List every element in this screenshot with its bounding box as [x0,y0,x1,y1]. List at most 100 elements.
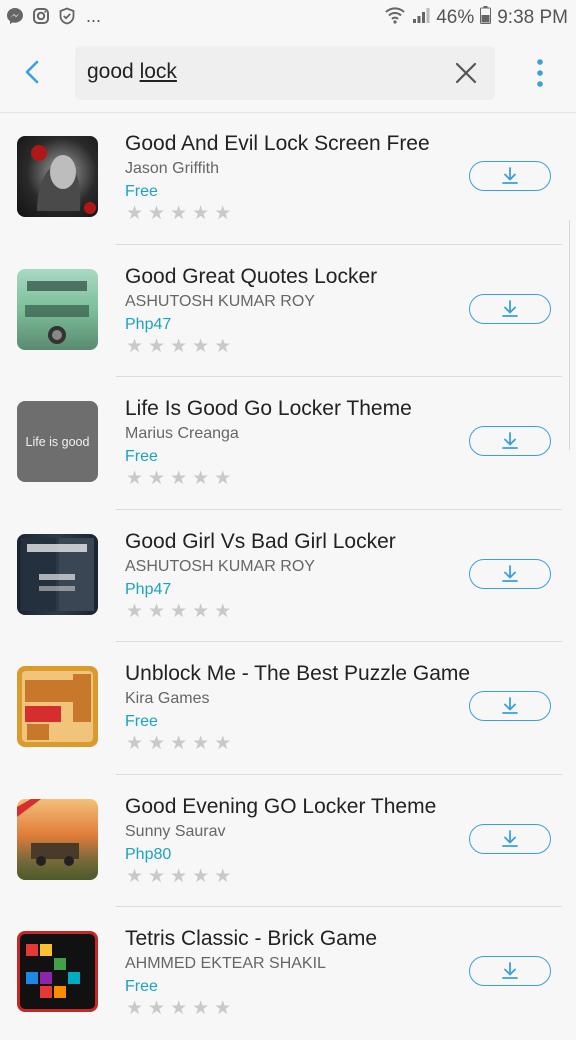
rating-stars: ★ ★ ★ ★ ★ [126,337,231,356]
search-input[interactable]: good lock [75,46,495,100]
search-results-list: Good And Evil Lock Screen Free Jason Gri… [0,112,576,1040]
close-icon [455,62,477,84]
star-icon: ★ [214,733,232,754]
thumbnail-label: Life is good [25,434,90,449]
app-price: Free [125,448,158,465]
instagram-icon [32,7,50,25]
download-icon [502,829,518,847]
rating-stars: ★ ★ ★ ★ ★ [126,602,231,621]
rating-stars: ★ ★ ★ ★ ★ [126,204,231,223]
star-icon: ★ [192,468,210,489]
list-item[interactable]: Good Great Quotes Locker ASHUTOSH KUMAR … [0,245,576,377]
app-title[interactable]: Unblock Me - The Best Puzzle Game [125,662,470,686]
app-thumbnail [17,666,98,747]
star-icon: ★ [148,600,166,622]
list-item[interactable]: Unblock Me - The Best Puzzle Game Kira G… [0,642,576,775]
app-price: Free [125,978,158,995]
app-title[interactable]: Tetris Classic - Brick Game [125,927,377,951]
battery-icon [480,6,492,30]
app-thumbnail [17,268,98,350]
search-query-underlined: lock [139,60,177,83]
star-icon: ★ [214,865,232,887]
app-title[interactable]: Good Great Quotes Locker [125,265,377,289]
app-developer: ASHUTOSH KUMAR ROY [125,557,315,575]
download-icon [502,962,518,979]
app-thumbnail [17,798,98,880]
download-button[interactable] [469,691,551,721]
star-icon: ★ [214,335,232,357]
back-arrow-icon [25,60,39,84]
download-icon [502,564,518,582]
star-icon: ★ [126,733,144,754]
list-item[interactable]: Tetris Classic - Brick Game AHMMED EKTEA… [0,907,576,1040]
status-bar: ... 46% 9:38 PM [0,0,576,34]
app-developer: ASHUTOSH KUMAR ROY [125,292,315,310]
more-options-button[interactable] [528,56,552,90]
clock: 9:38 PM [497,7,568,28]
clear-search-button[interactable] [453,60,479,86]
scrollbar[interactable] [569,220,576,450]
star-icon: ★ [192,998,210,1019]
app-developer: Marius Creanga [125,425,239,442]
download-icon [502,697,518,714]
shield-icon [58,7,76,25]
star-icon: ★ [126,998,144,1019]
list-item[interactable]: Life is good Life Is Good Go Locker Them… [0,377,576,510]
star-icon: ★ [192,203,210,224]
rating-stars: ★ ★ ★ ★ ★ [126,734,231,753]
app-title[interactable]: Good And Evil Lock Screen Free [125,132,430,156]
app-title[interactable]: Life Is Good Go Locker Theme [125,397,412,421]
list-item[interactable]: Good Evening GO Locker Theme Sunny Saura… [0,775,576,907]
star-icon: ★ [192,733,210,754]
star-icon: ★ [126,203,144,224]
search-query-text: good [87,60,140,83]
star-icon: ★ [214,998,232,1019]
app-title[interactable]: Good Girl Vs Bad Girl Locker [125,530,396,554]
star-icon: ★ [126,865,144,887]
app-thumbnail [17,931,98,1012]
star-icon: ★ [126,600,144,622]
app-price: Php47 [125,580,172,598]
download-button[interactable] [469,293,551,324]
star-icon: ★ [170,600,188,622]
search-query[interactable]: good lock [87,60,177,84]
signal-icon [412,6,430,30]
star-icon: ★ [148,733,166,754]
star-icon: ★ [148,865,166,887]
star-icon: ★ [214,600,232,622]
more-vert-icon [537,59,543,87]
download-button[interactable] [469,956,551,986]
download-button[interactable] [469,426,551,456]
download-icon [502,167,518,184]
rating-stars: ★ ★ ★ ★ ★ [126,867,231,886]
rating-stars: ★ ★ ★ ★ ★ [126,469,231,488]
download-button[interactable] [469,161,551,191]
star-icon: ★ [170,865,188,887]
back-button[interactable] [14,54,50,90]
list-item[interactable]: Good Girl Vs Bad Girl Locker ASHUTOSH KU… [0,510,576,642]
battery-percent: 46% [436,7,475,28]
star-icon: ★ [192,335,210,357]
app-developer: Kira Games [125,690,210,707]
star-icon: ★ [148,998,166,1019]
app-title[interactable]: Good Evening GO Locker Theme [125,795,436,819]
download-icon [502,299,518,317]
app-price: Free [125,183,158,200]
star-icon: ★ [126,468,144,489]
download-button[interactable] [469,823,551,854]
star-icon: ★ [126,335,144,357]
star-icon: ★ [192,865,210,887]
app-thumbnail [17,136,98,217]
app-developer: AHMMED EKTEAR SHAKIL [125,955,326,972]
app-price: Php47 [125,315,172,333]
star-icon: ★ [170,998,188,1019]
wifi-icon [384,5,406,31]
messenger-icon [6,7,24,25]
star-icon: ★ [148,203,166,224]
download-button[interactable] [469,558,551,589]
app-thumbnail: Life is good [17,401,98,482]
app-price: Php80 [125,845,172,863]
list-item[interactable]: Good And Evil Lock Screen Free Jason Gri… [0,112,576,245]
app-thumbnail [17,533,98,615]
app-price: Free [125,713,158,730]
